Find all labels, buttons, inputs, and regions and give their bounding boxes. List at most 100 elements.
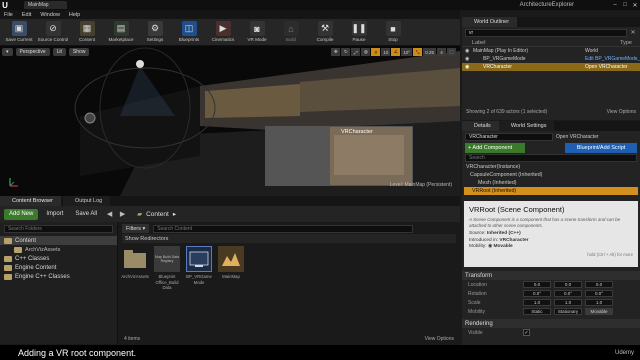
show-button[interactable]: Show [68,48,90,56]
menu-help[interactable]: Help [69,12,80,18]
asset-tile[interactable]: ArchVizAssets [120,246,150,304]
angle-snap-toggle[interactable]: ∠ [391,48,401,56]
tree-item-archvizassets[interactable]: ArchVizAssets [0,245,117,254]
eye-icon[interactable]: ◉ [465,56,473,62]
transform-header[interactable]: Transform [462,271,640,280]
view-options-button[interactable]: View Options [425,336,454,342]
mobility-stationary[interactable]: Stationary [554,308,582,315]
menu-edit[interactable]: Edit [22,12,31,18]
source-control-button[interactable]: ⊘ Source Control [36,19,70,46]
component-row-selected[interactable]: VRRoot (Inherited) [464,187,638,195]
level-viewport[interactable]: ▾ Perspective Lit Show ✥ ↻ ⤢ ◍ # 10 ∠ 10… [0,46,460,196]
outliner-row-type[interactable]: Open VRCharacter [585,64,640,70]
actor-name-input[interactable]: VRCharacter [465,133,553,141]
column-label[interactable]: Label [472,40,485,46]
blueprints-button[interactable]: ◫ Blueprints [172,19,206,46]
search-content-input[interactable]: Search Content [153,224,414,233]
eye-icon[interactable]: ◉ [465,64,473,70]
outliner-row-type[interactable]: Edit BP_VRGameMode_C [585,56,640,62]
compile-button[interactable]: ⚒ Compile [308,19,342,46]
content-button[interactable]: ▦ Content [70,19,104,46]
tab-content-browser[interactable]: Content Browser [0,196,61,206]
search-folders-input[interactable]: Search Folders [4,225,113,233]
breadcrumb-content[interactable]: Content [146,211,169,218]
tree-item-content[interactable]: Content [0,236,117,245]
maximize-icon[interactable]: □ [620,2,630,8]
location-x[interactable]: 0.0 [523,281,551,288]
perspective-button[interactable]: Perspective [15,48,50,56]
scale-z[interactable]: 1.0 [585,299,613,306]
stop-button[interactable]: ■ Stop [376,19,410,46]
cinematics-button[interactable]: ▶ Cinematics [206,19,240,46]
menu-window[interactable]: Window [40,12,60,18]
tree-item-engine-cpp-classes[interactable]: Engine C++ Classes [0,272,117,281]
build-button[interactable]: ⌂ Build [274,19,308,46]
scale-x[interactable]: 1.0 [523,299,551,306]
world-space-icon[interactable]: ◍ [361,48,371,56]
import-button[interactable]: Import [42,209,67,220]
lit-button[interactable]: Lit [52,48,66,56]
close-icon[interactable]: ✕ [630,2,640,9]
blueprint-add-script-button[interactable]: Blueprint/Add Script [565,143,637,153]
menu-file[interactable]: File [4,12,13,18]
asset-tile[interactable]: BP_VRGame Mode [184,246,214,304]
rotation-label[interactable]: Rotation [468,291,523,297]
rotation-x[interactable]: 0.0° [523,290,551,297]
camera-speed[interactable]: 4 [437,48,446,56]
component-row[interactable]: Mesh (Inherited) [462,179,640,187]
clear-search-icon[interactable]: ✕ [629,29,637,37]
grid-snap-value[interactable]: 10 [381,48,391,56]
scale-label[interactable]: Scale [468,300,523,306]
tab-details[interactable]: Details [462,121,499,131]
asset-tile[interactable]: Map Build Data Registry Blueprint Office… [152,246,182,304]
tab-output-log[interactable]: Output Log [62,196,111,206]
location-label[interactable]: Location [468,282,523,288]
eye-icon[interactable]: ◉ [465,48,473,54]
column-type[interactable]: Type [620,40,632,46]
component-row[interactable]: CapsuleComponent (Inherited) [462,171,640,179]
add-component-button[interactable]: + Add Component [465,143,525,153]
outliner-row-selected[interactable]: ◉ VRCharacter Open VRCharacter [462,63,640,71]
visible-checkbox[interactable]: ✓ [523,329,530,336]
outliner-search-input[interactable]: vr [465,29,627,37]
scale-snap-value[interactable]: 0.25 [423,48,436,56]
settings-button[interactable]: ⚙ Settings [138,19,172,46]
tab-world-outliner[interactable]: World Outliner [462,17,518,27]
component-row[interactable]: VRCharacter(Instance) [462,163,640,171]
rendering-header[interactable]: Rendering [462,319,640,328]
vr-mode-button[interactable]: ◙ VR Mode [240,19,274,46]
forward-arrow-icon[interactable]: ▶ [118,209,127,220]
level-tab[interactable]: MainMap [24,1,67,9]
maximize-viewport-icon[interactable]: ⬚ [447,48,456,56]
outliner-view-options[interactable]: View Options [607,109,636,115]
mobility-movable[interactable]: Movable [585,308,613,315]
show-redirectors-checkbox[interactable]: Show Redirectors [122,234,456,243]
marketplace-button[interactable]: ▤ Marketplace [104,19,138,46]
save-all-button[interactable]: Save All [71,209,101,220]
outliner-row[interactable]: ◉ MainMap (Play In Editor) World [462,47,640,55]
add-new-button[interactable]: Add New [4,208,39,220]
minimize-icon[interactable]: – [610,2,620,8]
scale-y[interactable]: 1.0 [554,299,582,306]
location-y[interactable]: 0.0 [554,281,582,288]
grid-snap-toggle[interactable]: # [371,48,381,56]
angle-snap-value[interactable]: 10° [401,48,413,56]
open-blueprint-link[interactable]: Open VRCharacter [556,134,599,140]
translate-tool-icon[interactable]: ✥ [331,48,341,56]
filters-button[interactable]: Filters ▾ [122,224,150,233]
location-z[interactable]: 0.0 [585,281,613,288]
pause-button[interactable]: ❚❚ Pause [342,19,376,46]
rotation-y[interactable]: 0.0° [554,290,582,297]
tree-item-engine-content[interactable]: Engine Content [0,263,117,272]
mobility-static[interactable]: Static [523,308,551,315]
save-current-button[interactable]: ▣ Save Current [2,19,36,46]
component-search-input[interactable]: Search [465,154,637,162]
viewport-menu-button[interactable]: ▾ [2,48,13,56]
scale-snap-toggle[interactable]: ⤡ [413,48,423,56]
scale-tool-icon[interactable]: ⤢ [351,48,361,56]
asset-tile[interactable]: MainMap [216,246,246,304]
outliner-row[interactable]: ◉ BP_VRGameMode Edit BP_VRGameMode_C [462,55,640,63]
rotation-z[interactable]: 0.0° [585,290,613,297]
tab-world-settings[interactable]: World Settings [498,121,555,131]
back-arrow-icon[interactable]: ◀ [105,209,114,220]
